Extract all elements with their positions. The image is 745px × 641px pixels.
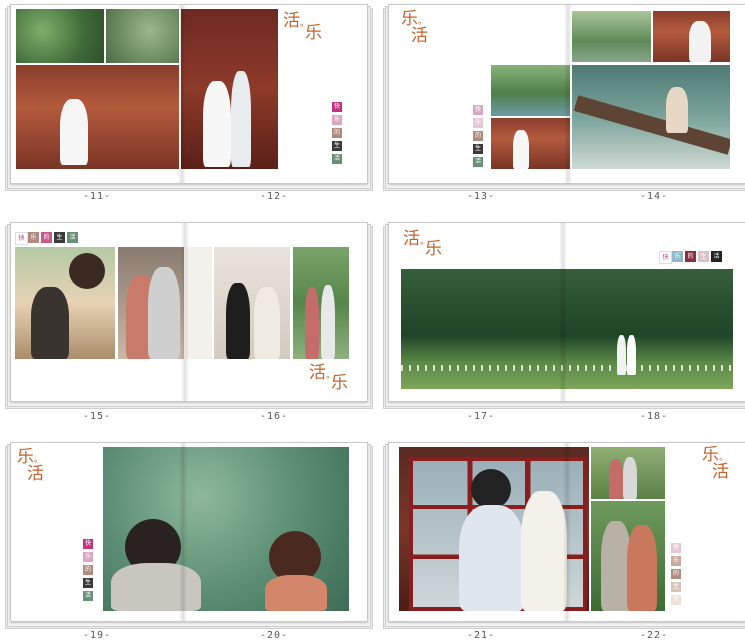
photo-couple-ivy-wall — [293, 247, 349, 359]
album-spread: 活。乐 快 乐 的 生 活 — [388, 222, 745, 402]
spread-15-16[interactable]: 快 乐 的 生 活 活。乐 — [5, 222, 373, 409]
album-spread: 乐。活 快 乐 的 生 活 — [388, 4, 745, 184]
book-gutter — [564, 5, 572, 183]
book-gutter — [179, 443, 187, 621]
photo-couple-lake — [491, 65, 570, 116]
book-gutter — [178, 5, 186, 183]
spread-17-18[interactable]: 活。乐 快 乐 的 生 活 — [383, 222, 745, 409]
page-number: -13- — [467, 191, 496, 202]
page-number: -20- — [260, 630, 289, 641]
photo-bride-log — [572, 65, 730, 169]
title-le-huo: 乐。活 — [17, 447, 44, 484]
book-gutter — [181, 223, 189, 401]
photo-couple-ivy — [16, 9, 104, 63]
page-number: -21- — [467, 630, 496, 641]
album-spread: 活。乐 快 乐 的 生 活 — [10, 4, 368, 184]
photo-couple-window — [399, 447, 589, 611]
photo-couple-forest-panorama — [401, 269, 733, 389]
page-number: -14- — [640, 191, 669, 202]
title-huo-le: 活。乐 — [283, 11, 323, 43]
title-le-huo: 乐。活 — [401, 9, 428, 46]
page-number: -12- — [260, 191, 289, 202]
page-number: -18- — [640, 411, 669, 422]
book-gutter — [563, 443, 571, 621]
album-spread: 快 乐 的 生 活 活。乐 — [10, 222, 368, 402]
spread-19-20[interactable]: 乐。活 快 乐 的 生 活 — [5, 442, 373, 629]
title-huo-le: 活。乐 — [403, 229, 443, 259]
photo-couple-hug — [118, 247, 184, 359]
photo-couple-kneel — [491, 118, 570, 169]
album-spread: 乐。活 快 乐 的 生 活 — [10, 442, 368, 622]
title-huo-le: 活。乐 — [309, 363, 349, 393]
photo-couple-embrace — [591, 501, 665, 611]
photo-couple-bench — [572, 11, 651, 62]
page-number: -17- — [467, 411, 496, 422]
photo-blank-panel — [186, 247, 212, 359]
spread-13-14[interactable]: 乐。活 快 乐 的 生 活 — [383, 4, 745, 191]
photo-bride-steps — [16, 65, 179, 169]
photo-couple-kitchen — [15, 247, 115, 359]
album-spread: 乐。活 快 乐 的 生 活 — [388, 442, 745, 622]
spread-11-12[interactable]: 活。乐 快 乐 的 生 活 — [5, 4, 373, 191]
page-number: -22- — [640, 630, 669, 641]
photo-couple-wall — [653, 11, 730, 62]
page-number: -11- — [83, 191, 112, 202]
photo-couple-rock — [106, 9, 179, 63]
page-number: -16- — [260, 411, 289, 422]
photo-couple-door — [181, 9, 278, 169]
page-number: -15- — [83, 411, 112, 422]
title-le-huo: 乐。活 — [702, 445, 729, 482]
spread-21-22[interactable]: 乐。活 快 乐 的 生 活 — [383, 442, 745, 629]
photo-couple-lotus — [103, 447, 349, 611]
photo-couple-ivy — [591, 447, 665, 499]
photo-couple-suit — [214, 247, 290, 359]
page-number: -19- — [83, 630, 112, 641]
book-gutter — [559, 223, 567, 401]
